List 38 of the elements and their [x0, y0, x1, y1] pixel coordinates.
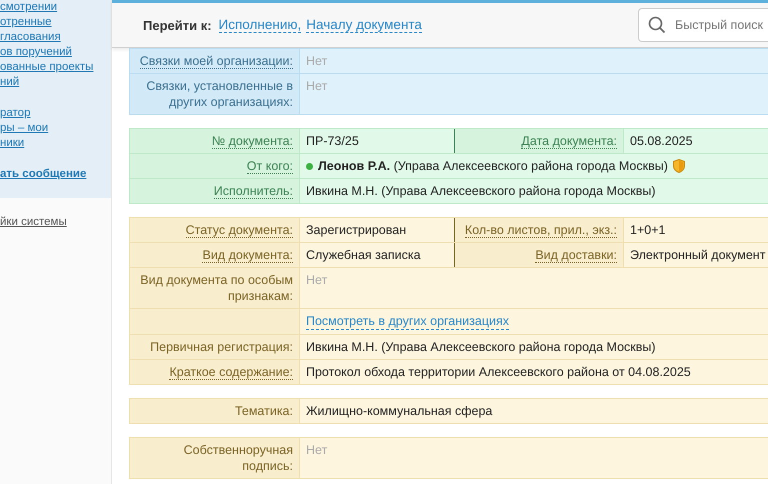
field-label: Связки, установленные в других организациях: [146, 79, 293, 109]
field-value: Нет [306, 272, 328, 288]
sidebar-link[interactable]: отренные [0, 15, 52, 30]
field-value: Протокол обхода территории Алексеевского района от 04.08.2025 [306, 364, 691, 380]
field-value: Нет [306, 442, 328, 458]
field-label: Первичная регистрация: [150, 340, 293, 354]
sidebar-link[interactable]: смотрении [0, 0, 58, 15]
sidebar-link[interactable]: гласования [0, 30, 61, 45]
field-value: Зарегистрирован [306, 222, 406, 238]
field-value: Электронный документ [630, 247, 766, 263]
field-label: Собственноручная подпись: [184, 443, 293, 473]
search-field[interactable]: Быстрый поиск [638, 8, 768, 42]
field-value: Служебная записка [306, 247, 421, 263]
field-label[interactable]: От кого: [246, 159, 293, 174]
sidebar-link[interactable]: ры – мои [0, 121, 48, 136]
sidebar-link[interactable]: ов поручений [0, 45, 72, 60]
field-value: Ивкина М.Н. (Управа Алексеевского района города Москвы) [306, 183, 656, 199]
field-value: Нет [306, 78, 328, 94]
sender-name: Леонов Р.А. (Управа Алексеевского района города Москвы) [318, 158, 668, 174]
field-label: Вид документа по особым признакам: [140, 273, 293, 303]
sidebar-link[interactable]: ратор [0, 106, 30, 121]
sidebar-link[interactable]: ать сообщение [0, 167, 86, 182]
sidebar-link[interactable]: ованные проекты [0, 60, 94, 75]
field-value: ПР-73/25 [306, 133, 359, 149]
field-value: Нет [306, 53, 328, 69]
sidebar-link[interactable]: ники [0, 136, 24, 151]
jump-link[interactable]: Исполнению, [218, 17, 302, 33]
view-link[interactable]: Посмотреть в других организациях [306, 313, 509, 330]
sidebar-link[interactable]: ний [0, 75, 20, 90]
field-value: Ивкина М.Н. (Управа Алексеевского района города Москвы) [306, 339, 656, 355]
settings-link[interactable]: йки системы [0, 216, 67, 228]
field-value: Жилищно-коммунальная сфера [306, 403, 492, 419]
goto-label: Перейти к: [143, 18, 212, 32]
shield-icon [672, 159, 685, 173]
field-label: Тематика: [234, 404, 293, 418]
field-value: 05.08.2025 [630, 133, 693, 149]
jump-link[interactable]: Началу документа [306, 17, 422, 33]
field-value: 1+0+1 [630, 222, 666, 238]
